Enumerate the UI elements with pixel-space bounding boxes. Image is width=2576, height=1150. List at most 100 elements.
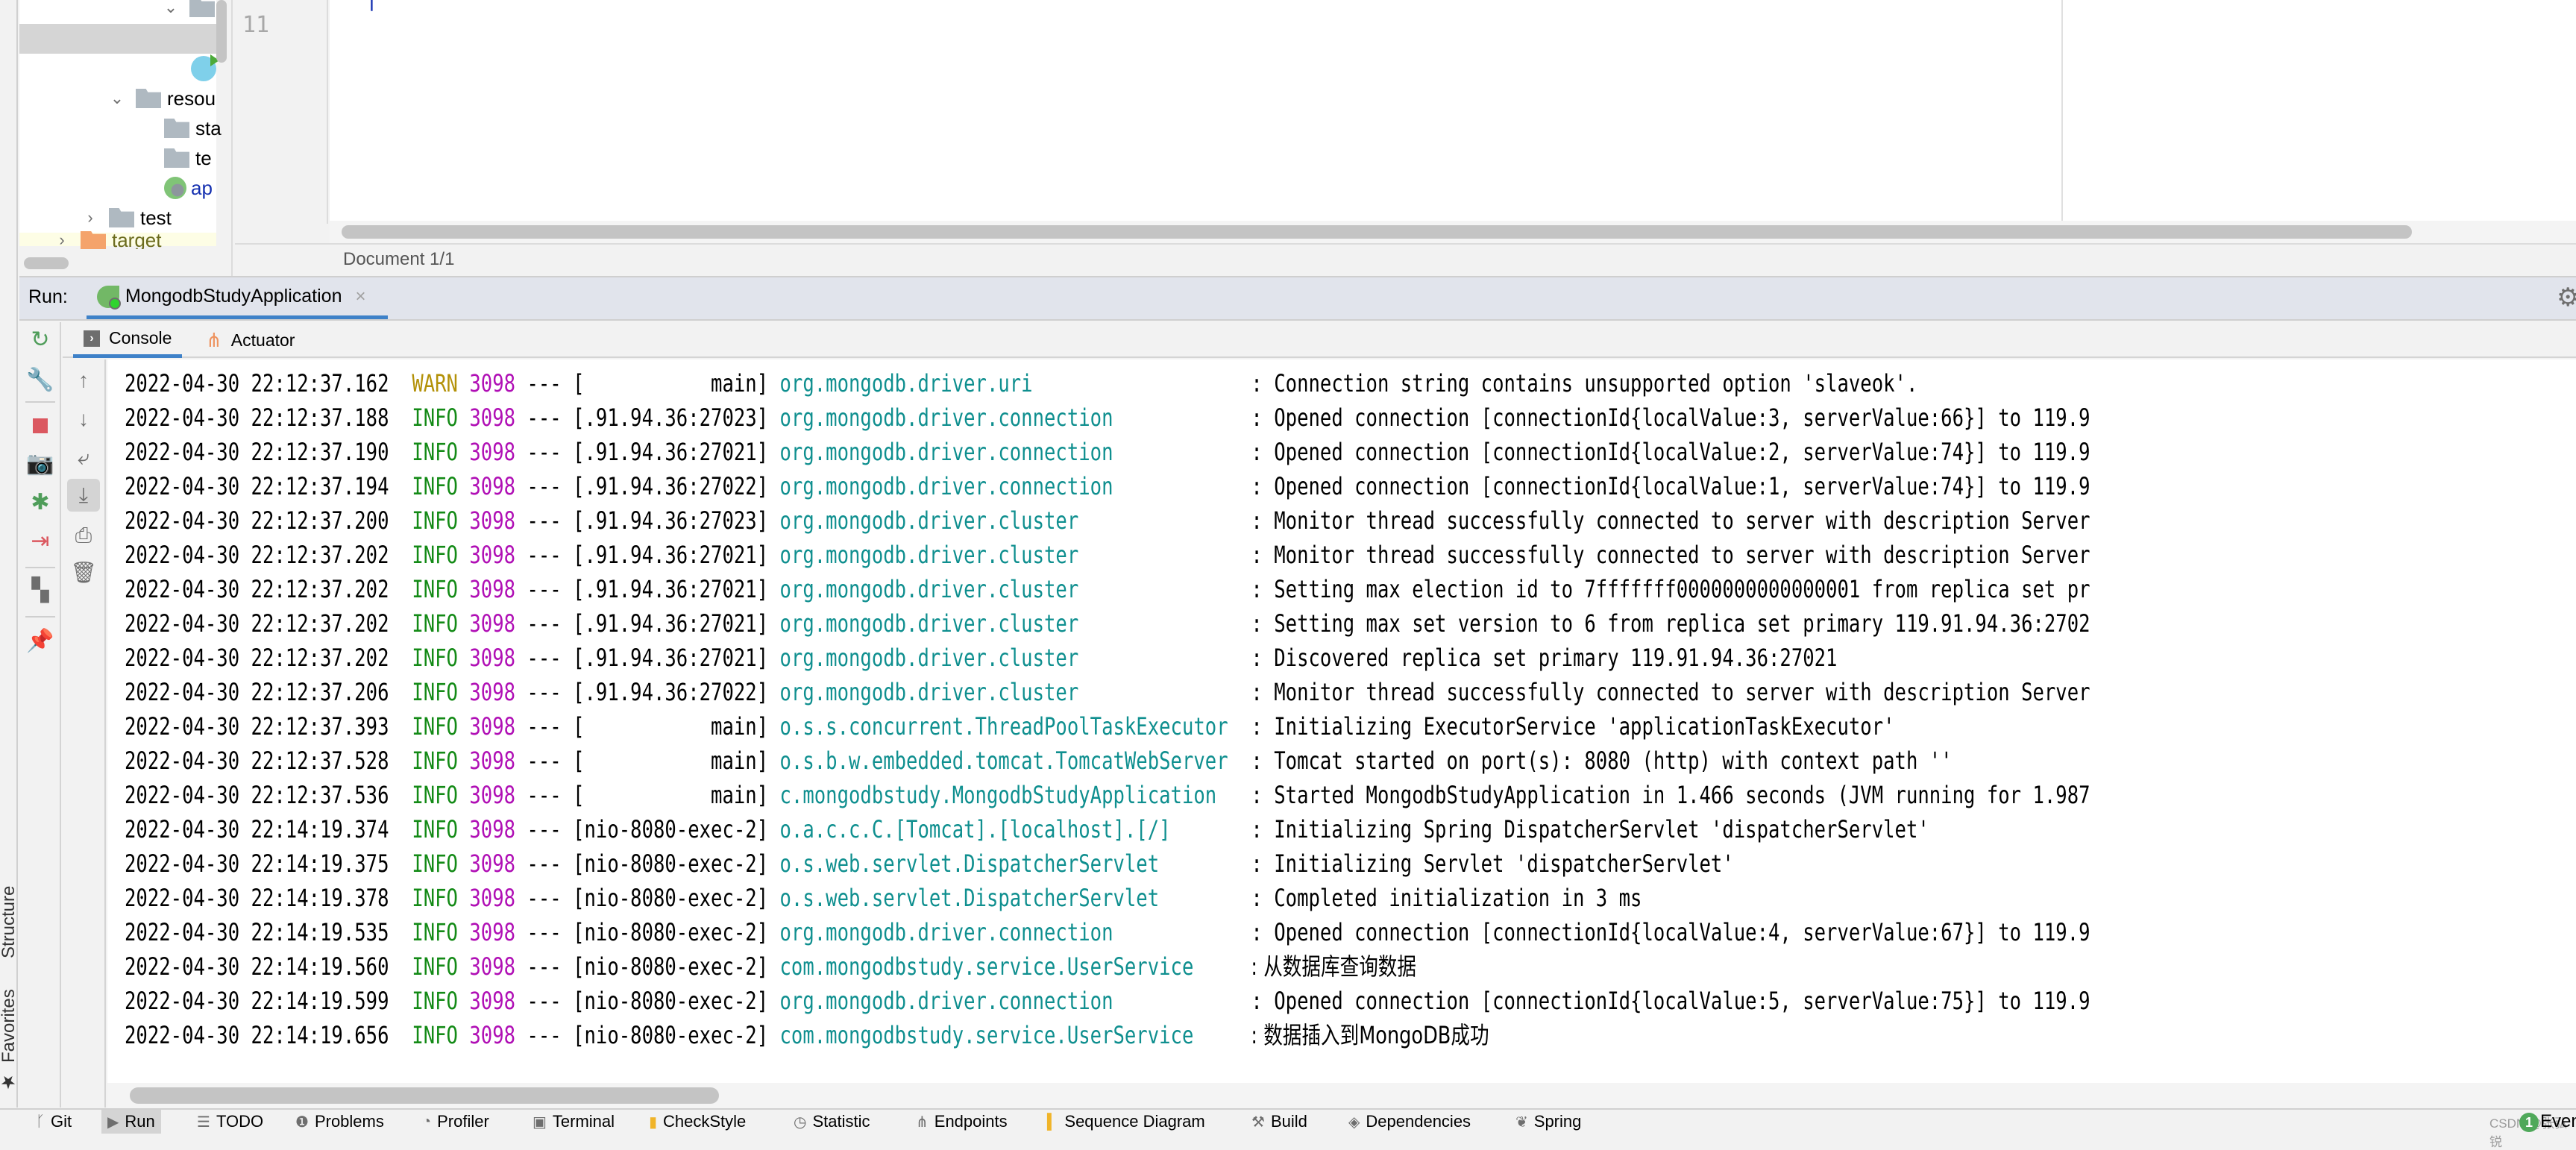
code-editor[interactable] [330, 0, 2576, 224]
debug-attach-icon[interactable]: ✱ [25, 488, 55, 518]
tool-window-button-dependencies[interactable]: ◈ Dependencies [1342, 1110, 1477, 1134]
close-icon[interactable]: × [355, 286, 365, 307]
structure-tab-label: Structure [0, 885, 19, 958]
log-thread: [.91.94.36:27023] [573, 506, 769, 535]
tool-window-label: Statistic [812, 1112, 870, 1131]
log-thread: [nio-8080-exec-2] [573, 987, 769, 1015]
log-space [562, 815, 573, 843]
log-date: 2022-04-30 22:12:37.188 [125, 403, 389, 432]
log-pid: 3098 [469, 369, 516, 398]
tree-item-application-properties[interactable]: ap [164, 173, 213, 203]
log-row: 2022-04-30 22:14:19.535 INFO 3098 --- [n… [125, 915, 2090, 949]
tree-item-resources[interactable]: ⌄ resou [109, 84, 216, 113]
log-message: : Monitor thread successfully connected … [1251, 678, 2090, 706]
build-hammer-icon: ⚒ [1251, 1113, 1265, 1131]
tree-item-static[interactable]: sta [164, 113, 222, 143]
log-date: 2022-04-30 22:14:19.378 [125, 884, 389, 912]
soft-wrap-icon[interactable]: ⤶ [67, 442, 100, 474]
log-space [389, 712, 412, 741]
log-level: INFO [412, 644, 458, 672]
editor-horizontal-scrollbar[interactable] [342, 225, 2412, 239]
gear-icon[interactable]: ⚙ [2557, 285, 2576, 310]
run-config-tab[interactable]: MongodbStudyApplication × [87, 277, 388, 319]
log-space [768, 575, 779, 603]
log-padding [1159, 849, 1251, 878]
tool-window-button-statistic[interactable]: ◷ Statistic [788, 1110, 876, 1134]
log-padding [1078, 609, 1251, 638]
log-row: 2022-04-30 22:12:37.202 INFO 3098 --- [.… [125, 572, 2090, 606]
trash-icon[interactable]: 🗑 [67, 556, 100, 589]
print-icon[interactable]: ⎙ [67, 519, 100, 552]
layout-icon[interactable]: ▚ [25, 576, 55, 606]
log-thread: [nio-8080-exec-2] [573, 849, 769, 878]
log-logger: org.mongodb.driver.connection [779, 472, 1113, 500]
tool-window-label: Run [125, 1112, 155, 1131]
log-space [515, 678, 527, 706]
log-date: 2022-04-30 22:12:37.393 [125, 712, 389, 741]
tab-console[interactable]: › Console [73, 322, 183, 358]
pin-icon[interactable]: 📌 [25, 626, 55, 656]
log-space [768, 438, 779, 466]
log-padding [1113, 438, 1251, 466]
log-logger: org.mongodb.driver.connection [779, 403, 1113, 432]
tool-window-button-endpoints[interactable]: ⋔ Endpoints [910, 1110, 1014, 1134]
log-padding [1193, 952, 1251, 981]
structure-tool-tab[interactable]: Structure [0, 846, 19, 958]
log-date: 2022-04-30 22:12:37.194 [125, 472, 389, 500]
log-message: : 数据插入到MongoDB成功 [1251, 1021, 1489, 1049]
arrow-up-icon[interactable]: ↑ [67, 364, 100, 397]
event-log-badge[interactable]: 1 [2519, 1113, 2539, 1132]
tree-divider [231, 0, 233, 276]
event-log-button[interactable]: Event [2540, 1111, 2576, 1132]
tool-window-button-profiler[interactable]: ◔ Profiler [416, 1110, 495, 1134]
chevron-right-icon[interactable]: › [54, 231, 70, 249]
camera-icon[interactable]: 📷 [25, 449, 55, 479]
excluded-folder-icon [81, 231, 106, 249]
scroll-to-end-icon[interactable]: ⤓ [67, 479, 100, 512]
favorites-tool-tab[interactable]: ★ Favorites [0, 981, 19, 1093]
tool-window-button-checkstyle[interactable]: ▮ CheckStyle [643, 1110, 752, 1134]
chevron-down-icon[interactable]: ⌄ [109, 89, 125, 108]
tree-item-target[interactable]: › target [54, 231, 162, 249]
tab-actuator[interactable]: ⋔ Actuator [195, 322, 305, 358]
log-space [768, 369, 779, 398]
tab-label: Console [109, 328, 172, 348]
tree-horizontal-scrollbar[interactable] [24, 257, 69, 269]
tree-selected-row[interactable] [19, 24, 216, 54]
arrow-down-icon[interactable]: ↓ [67, 403, 100, 436]
log-space [768, 678, 779, 706]
chevron-down-icon[interactable]: ⌄ [163, 0, 179, 17]
log-message: : Opened connection [connectionId{localV… [1251, 472, 2090, 500]
log-level: INFO [412, 678, 458, 706]
tree-item-package[interactable]: ⌄ [163, 0, 221, 22]
log-space [562, 747, 573, 775]
stop-icon[interactable] [25, 410, 55, 440]
wrench-icon[interactable]: 🔧 [25, 365, 55, 395]
console-horizontal-scrollbar[interactable] [130, 1087, 719, 1104]
tool-window-button-run[interactable]: ▶ Run [101, 1110, 161, 1134]
tool-window-button-problems[interactable]: ❶ Problems [289, 1110, 390, 1134]
log-date: 2022-04-30 22:14:19.374 [125, 815, 389, 843]
log-row: 2022-04-30 22:12:37.188 INFO 3098 --- [.… [125, 400, 2090, 435]
tool-window-button-todo[interactable]: ☰ TODO [191, 1110, 269, 1134]
chevron-right-icon[interactable]: › [82, 208, 98, 227]
tool-window-button-terminal[interactable]: ▣ Terminal [527, 1110, 621, 1134]
tool-window-button-sequence-diagram[interactable]: ▍ Sequence Diagram [1041, 1110, 1211, 1134]
tree-item-test[interactable]: › test [82, 203, 172, 233]
log-space [562, 884, 573, 912]
tool-window-button-build[interactable]: ⚒ Build [1245, 1110, 1313, 1134]
log-level: INFO [412, 815, 458, 843]
log-separator: --- [527, 747, 562, 775]
toolbar-separator [25, 401, 55, 403]
log-level: INFO [412, 575, 458, 603]
tool-window-button-git[interactable]: ᚴ Git [30, 1110, 78, 1134]
rerun-icon[interactable]: ↻ [25, 325, 55, 355]
log-logger: org.mongodb.driver.cluster [779, 575, 1079, 603]
tool-window-button-spring[interactable]: ❦ Spring [1510, 1110, 1587, 1134]
log-row: 2022-04-30 22:14:19.378 INFO 3098 --- [n… [125, 881, 1642, 915]
tree-item-templates[interactable]: te [164, 143, 212, 173]
tree-item-label: sta [195, 116, 222, 139]
login-exit-icon[interactable]: ⇥ [25, 527, 55, 556]
tree-vertical-scrollbar[interactable] [216, 0, 227, 63]
tree-item-application-class[interactable] [191, 54, 219, 84]
